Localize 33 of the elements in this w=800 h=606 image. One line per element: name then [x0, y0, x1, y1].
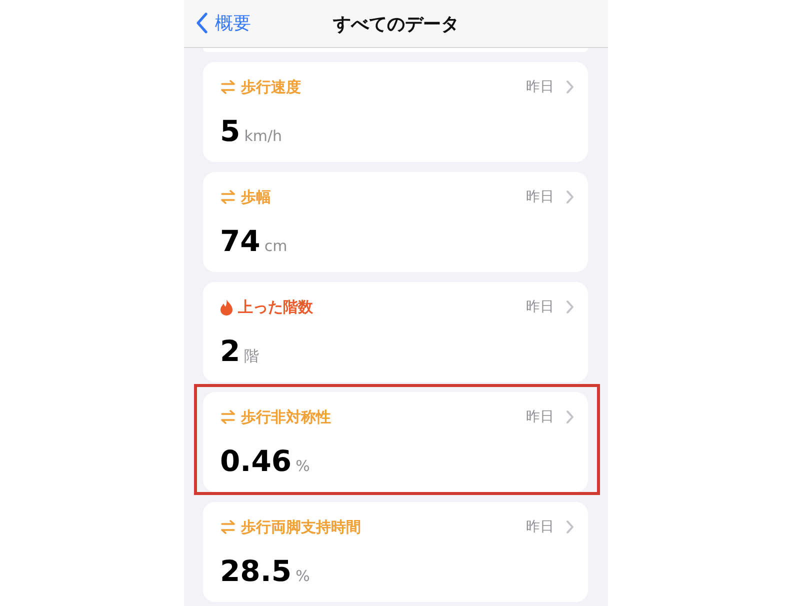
value-text: 28.5	[220, 554, 292, 588]
card-title: 歩行両脚支持時間	[241, 518, 361, 536]
unit-label: cm	[264, 237, 288, 255]
chevron-icon	[566, 80, 574, 94]
unit-label: %	[296, 567, 310, 585]
chevron-icon	[566, 300, 574, 314]
card-title: 歩行速度	[241, 78, 301, 96]
chevron-icon	[566, 190, 574, 204]
unit-label: km/h	[244, 127, 282, 145]
card-title: 歩行非対称性	[241, 408, 331, 426]
value-text: 5	[220, 114, 240, 148]
data-card[interactable]: 上った階数 昨日 2 階	[203, 282, 588, 382]
back-icon	[196, 12, 208, 34]
value-text: 74	[220, 224, 260, 258]
chevron-icon	[566, 520, 574, 534]
date-label: 昨日	[526, 188, 554, 206]
unit-label: 階	[244, 347, 260, 366]
date-label: 昨日	[526, 78, 554, 96]
date-label: 昨日	[526, 518, 554, 536]
screen-title: すべてのデータ	[333, 12, 459, 36]
back-button[interactable]: 概要	[196, 11, 251, 35]
unit-label: %	[296, 457, 310, 475]
chevron-icon	[566, 410, 574, 424]
date-label: 昨日	[526, 298, 554, 316]
date-label: 昨日	[526, 408, 554, 426]
card-title: 上った階数	[238, 298, 313, 316]
value-text: 2	[220, 334, 240, 368]
data-card[interactable]: 歩行非対称性 昨日 0.46%	[203, 392, 588, 492]
card-title: 歩幅	[241, 188, 271, 206]
value-text: 0.46	[220, 444, 292, 478]
data-card[interactable]: 歩行速度 昨日 5 km/h	[203, 62, 588, 162]
data-card[interactable]: 歩行両脚支持時間 昨日 28.5%	[203, 502, 588, 602]
data-card[interactable]: 歩幅 昨日 74 cm	[203, 172, 588, 272]
